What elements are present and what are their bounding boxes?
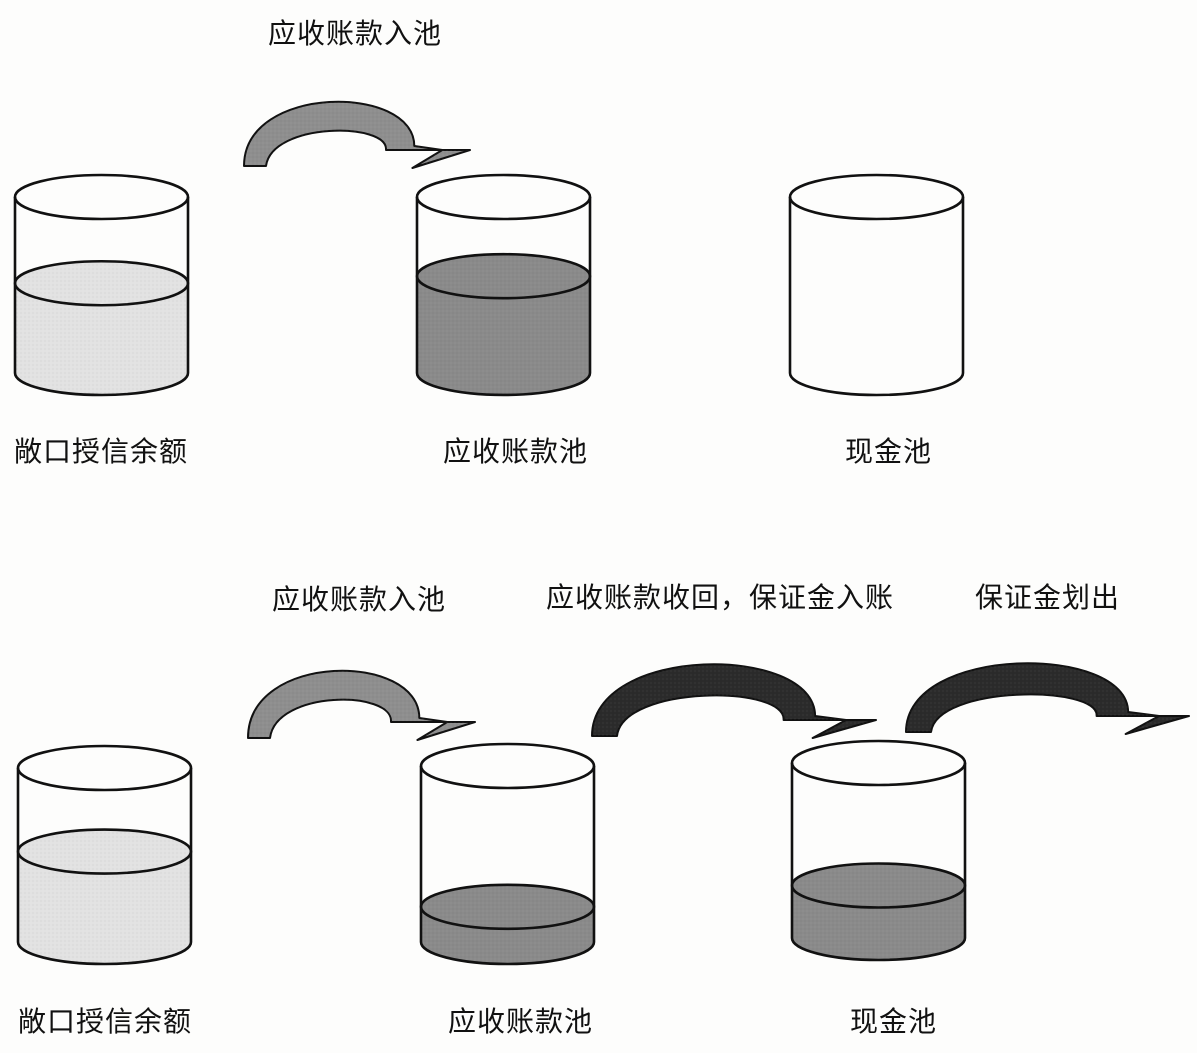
container-label-credit-balance-top: 敞口授信余额 xyxy=(14,435,189,468)
container-label-receivables-pool-top: 应收账款池 xyxy=(443,435,589,468)
credit-balance-cylinder-bottom-rim xyxy=(16,744,193,792)
container-label-cash-pool-bottom: 现金池 xyxy=(850,1005,938,1038)
arrow-label-receivables-into-pool-bottom: 应收账款入池 xyxy=(272,583,447,616)
credit-balance-cylinder-top-liquid-texture xyxy=(15,261,188,395)
cash-pool-cylinder-top-wall xyxy=(788,197,965,397)
cash-pool-cylinder-bottom-liquid-texture xyxy=(792,863,965,960)
diagram-canvas xyxy=(13,100,1190,966)
receivables-pool-cylinder-top-rim xyxy=(415,173,592,221)
arrow-label-receivables-into-pool-top: 应收账款入池 xyxy=(268,17,443,50)
container-label-credit-balance-bottom: 敞口授信余额 xyxy=(18,1005,193,1038)
container-label-receivables-pool-bottom: 应收账款池 xyxy=(448,1005,594,1038)
receivables-pool-cylinder-top-liquid-texture xyxy=(417,254,590,395)
credit-balance-cylinder-top-rim xyxy=(13,173,190,221)
arrow-label-deposit-transferred-out: 保证金划出 xyxy=(975,581,1121,614)
receivables-pool-cylinder-bottom-liquid-texture xyxy=(421,884,594,965)
flow-arrow-bottom-3-texture xyxy=(906,663,1189,734)
arrow-label-receivables-collected-deposit-booked: 应收账款收回，保证金入账 xyxy=(546,581,895,614)
receivables-pool-cylinder-bottom-rim xyxy=(419,742,596,790)
flow-arrow-bottom-1-texture xyxy=(248,670,475,740)
credit-balance-cylinder-bottom-liquid-texture xyxy=(18,829,191,965)
cash-pool-cylinder-top-rim xyxy=(788,173,965,221)
flow-arrow-bottom-2-texture xyxy=(592,664,876,738)
flow-arrow-top-1-texture xyxy=(244,101,470,168)
cash-pool-cylinder-bottom-rim xyxy=(790,739,967,787)
container-label-cash-pool-top: 现金池 xyxy=(845,435,933,468)
